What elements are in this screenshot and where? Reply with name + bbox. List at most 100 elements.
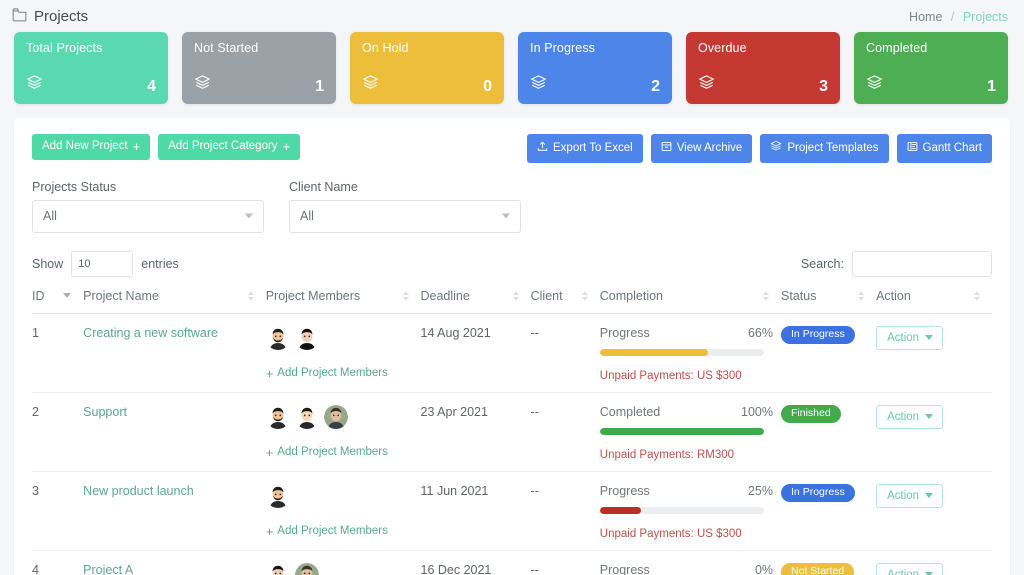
plus-icon: + bbox=[283, 140, 291, 153]
search-input[interactable] bbox=[852, 251, 992, 277]
avatar-male-beard[interactable] bbox=[266, 405, 290, 429]
deadline-value: 14 Aug 2021 bbox=[421, 326, 491, 340]
cell-status: In Progress bbox=[781, 313, 876, 392]
layers-icon bbox=[362, 74, 379, 96]
action-button[interactable]: Action bbox=[876, 326, 943, 350]
column-header-project-name[interactable]: Project Name bbox=[83, 289, 266, 314]
avatar-male-beard[interactable] bbox=[266, 484, 290, 508]
filter-value: All bbox=[43, 209, 57, 223]
action-button[interactable]: Action bbox=[876, 563, 943, 575]
show-entries: Show 102550100 entries bbox=[32, 251, 179, 277]
filter-select[interactable]: All bbox=[32, 200, 264, 233]
entries-select[interactable]: 102550100 bbox=[71, 251, 133, 277]
cell-completion: Progress0% bbox=[600, 550, 781, 575]
stat-card-count: 4 bbox=[147, 79, 156, 96]
avatar-male-beard[interactable] bbox=[266, 326, 290, 350]
stat-card-in-progress[interactable]: In Progress 2 bbox=[518, 32, 672, 104]
column-header-label: Completion bbox=[600, 289, 663, 303]
status-badge: Not Started bbox=[781, 563, 854, 575]
breadcrumb-home[interactable]: Home bbox=[909, 10, 942, 24]
avatar-photo-man[interactable] bbox=[295, 563, 319, 575]
button-label: Add Project Category bbox=[168, 140, 277, 154]
stat-card-count: 1 bbox=[315, 79, 324, 96]
stat-card-overdue[interactable]: Overdue3 bbox=[686, 32, 840, 104]
view-archive-button[interactable]: View Archive bbox=[651, 134, 753, 163]
add-project-members-button[interactable]: +Add Project Members bbox=[266, 525, 388, 538]
cell-project-members: +Add Project Members bbox=[266, 313, 421, 392]
cell-deadline: 14 Aug 2021 bbox=[421, 313, 531, 392]
stat-card-bottom: 2 bbox=[530, 74, 660, 96]
project-templates-button[interactable]: Project Templates bbox=[760, 134, 888, 163]
action-button[interactable]: Action bbox=[876, 405, 943, 429]
deadline-value: 16 Dec 2021 bbox=[421, 563, 492, 575]
cell-client: -- bbox=[531, 313, 600, 392]
stat-card-on-hold[interactable]: On Hold0 bbox=[350, 32, 504, 104]
toolbar: Add New Project+ Add Project Category + Ex… bbox=[32, 134, 992, 163]
table-controls: Show 102550100 entries Search: bbox=[32, 251, 992, 277]
filters: Projects StatusAllClient NameAll bbox=[32, 180, 992, 233]
layers-icon bbox=[866, 74, 883, 96]
stat-card-label: On Hold bbox=[362, 41, 492, 55]
avatar-male-smile[interactable] bbox=[295, 405, 319, 429]
cell-action: Action bbox=[876, 550, 992, 575]
export-to-excel-button[interactable]: Export To Excel bbox=[527, 134, 643, 163]
action-button[interactable]: Action bbox=[876, 484, 943, 508]
project-name-link[interactable]: Creating a new software bbox=[83, 326, 218, 340]
cell-completion: Progress25%Unpaid Payments: US $300 bbox=[600, 471, 781, 550]
cell-project-members: +Add Project Members bbox=[266, 471, 421, 550]
status-badge: In Progress bbox=[781, 484, 855, 502]
column-header-label: Status bbox=[781, 289, 816, 303]
avatar-female-dark[interactable] bbox=[295, 326, 319, 350]
sort-icon bbox=[858, 291, 864, 301]
project-name-link[interactable]: Support bbox=[83, 405, 127, 419]
filter-select[interactable]: All bbox=[289, 200, 521, 233]
avatar-photo-man[interactable] bbox=[324, 405, 348, 429]
avatar-female-dark[interactable] bbox=[266, 563, 290, 575]
add-new-project-button[interactable]: Add New Project+ bbox=[32, 134, 150, 160]
page-title-text: Projects bbox=[34, 8, 88, 25]
column-header-status[interactable]: Status bbox=[781, 289, 876, 314]
cell-completion: Completed100%Unpaid Payments: RM300 bbox=[600, 392, 781, 471]
cell-id: 3 bbox=[32, 471, 83, 550]
column-header-client[interactable]: Client bbox=[531, 289, 600, 314]
gantt-chart-button[interactable]: Gantt Chart bbox=[897, 134, 992, 163]
column-header-deadline[interactable]: Deadline bbox=[421, 289, 531, 314]
stat-card-completed[interactable]: Completed1 bbox=[854, 32, 1008, 104]
page-title: Projects bbox=[12, 8, 88, 26]
action-button-label: Action bbox=[887, 332, 919, 344]
add-project-members-button[interactable]: +Add Project Members bbox=[266, 367, 388, 380]
button-label: Add New Project bbox=[42, 140, 128, 154]
search-area: Search: bbox=[801, 251, 992, 277]
cell-status: In Progress bbox=[781, 471, 876, 550]
sort-icon bbox=[763, 291, 769, 301]
add-project-members-button[interactable]: +Add Project Members bbox=[266, 446, 388, 459]
add-project-category-button[interactable]: Add Project Category + bbox=[158, 134, 300, 160]
stat-card-not-started[interactable]: Not Started1 bbox=[182, 32, 336, 104]
progress-bar bbox=[600, 507, 764, 514]
upload-icon bbox=[537, 141, 548, 157]
breadcrumb-separator: / bbox=[951, 10, 954, 24]
deadline-value: 23 Apr 2021 bbox=[421, 405, 488, 419]
project-name-link[interactable]: New product launch bbox=[83, 484, 193, 498]
column-header-label: Project Members bbox=[266, 289, 360, 303]
deadline-value: 11 Jun 2021 bbox=[421, 484, 489, 498]
chevron-down-icon bbox=[245, 214, 253, 219]
stat-card-total-projects[interactable]: Total Projects 4 bbox=[14, 32, 168, 104]
cell-client: -- bbox=[531, 550, 600, 575]
chevron-down-icon bbox=[925, 493, 933, 498]
row-id: 2 bbox=[32, 405, 39, 419]
column-header-action[interactable]: Action bbox=[876, 289, 992, 314]
table-header-row: IDProject Name Project Members DeadlineCli… bbox=[32, 289, 992, 314]
add-project-members-label: Add Project Members bbox=[277, 446, 388, 458]
column-header-project-members[interactable]: Project Members bbox=[266, 289, 421, 314]
archive-icon bbox=[661, 141, 672, 157]
column-header-completion[interactable]: Completion bbox=[600, 289, 781, 314]
unpaid-payments-text: Unpaid Payments: US $300 bbox=[600, 370, 781, 382]
sort-descending-icon bbox=[63, 293, 71, 298]
stat-card-label: In Progress bbox=[530, 41, 660, 55]
column-header-label: Project Name bbox=[83, 289, 159, 303]
stat-card-label: Total Projects bbox=[26, 41, 156, 55]
column-header-id[interactable]: ID bbox=[32, 289, 83, 314]
project-name-link[interactable]: Project A bbox=[83, 563, 133, 575]
stat-card-bottom: 1 bbox=[866, 74, 996, 96]
